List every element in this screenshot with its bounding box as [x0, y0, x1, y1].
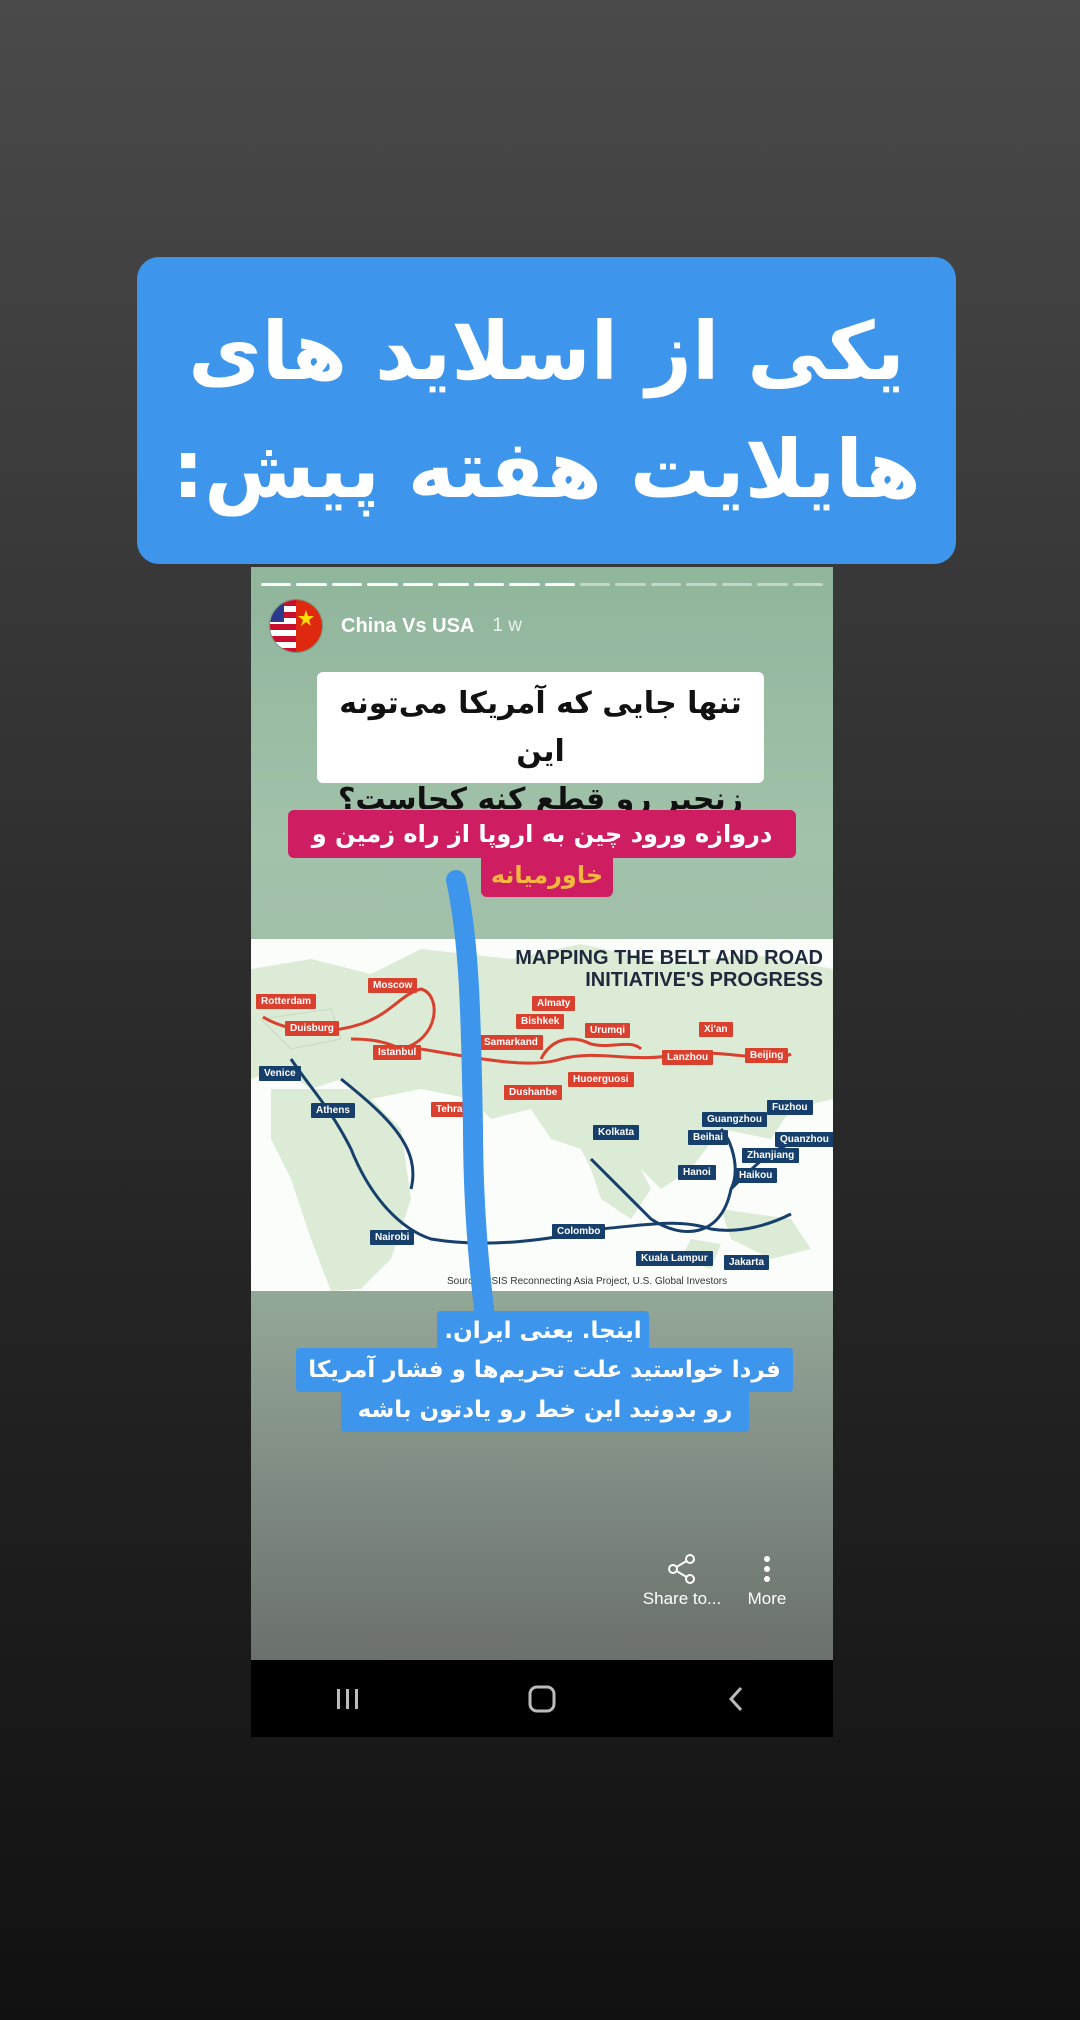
question-line-1: تنها جایی که آمریکا می‌تونه این — [339, 686, 742, 769]
story-view[interactable]: China Vs USA 1 w تنها جایی که آمریکا می‌… — [251, 567, 833, 1660]
city-label: Beihai — [688, 1130, 729, 1145]
home-icon[interactable] — [512, 1679, 572, 1719]
city-label: Kolkata — [593, 1125, 640, 1140]
city-label: Kuala Lampur — [636, 1251, 713, 1266]
progress-segment — [615, 583, 646, 586]
highlight-banner: یکی از اسلاید های هایلایت هفته پیش: — [137, 257, 956, 564]
banner-line-1: یکی از اسلاید های — [188, 304, 905, 398]
city-label: Huoerguosi — [568, 1072, 634, 1087]
bri-map: MAPPING THE BELT AND ROAD INITIATIVE'S P… — [251, 939, 833, 1291]
city-label: Guangzhou — [702, 1112, 767, 1127]
account-name[interactable]: China Vs USA — [341, 615, 474, 638]
avatar[interactable] — [269, 599, 323, 653]
progress-segment — [544, 583, 575, 586]
city-label: Hanoi — [678, 1165, 716, 1180]
city-label: Haikou — [734, 1168, 778, 1183]
progress-segment — [261, 583, 292, 586]
progress-segment — [367, 583, 398, 586]
story-progress-bar — [261, 583, 823, 586]
city-label: Dushanbe — [504, 1085, 563, 1100]
phone-screenshot: China Vs USA 1 w تنها جایی که آمریکا می‌… — [251, 567, 833, 1737]
city-label: Nairobi — [370, 1230, 415, 1245]
progress-segment — [757, 583, 788, 586]
progress-segment — [509, 583, 540, 586]
more-vertical-icon — [761, 1549, 773, 1589]
city-label: Colombo — [552, 1224, 606, 1239]
map-title: MAPPING THE BELT AND ROAD INITIATIVE'S P… — [515, 947, 823, 991]
city-label: Rotterdam — [256, 994, 317, 1009]
progress-segment — [473, 583, 505, 586]
caption-line-1: اینجا. یعنی ایران. — [437, 1311, 649, 1351]
progress-segment — [721, 583, 753, 586]
progress-segment — [402, 583, 434, 586]
post-time: 1 w — [492, 615, 522, 636]
city-label: Athens — [311, 1103, 355, 1118]
city-label: Lanzhou — [662, 1050, 714, 1065]
share-button[interactable]: Share to... — [627, 1549, 737, 1609]
more-button[interactable]: More — [739, 1549, 795, 1609]
map-source: Source: CSIS Reconnecting Asia Project, … — [447, 1276, 728, 1287]
recents-icon[interactable] — [318, 1679, 378, 1719]
city-label: Zhanjiang — [742, 1148, 800, 1163]
progress-segment — [438, 583, 469, 586]
map-title-line-1: MAPPING THE BELT AND ROAD — [515, 947, 823, 969]
city-label: Istanbul — [373, 1045, 422, 1060]
city-label: Samarkand — [479, 1035, 543, 1050]
city-label: Duisburg — [285, 1021, 339, 1036]
banner-line-2: هایلایت هفته پیش: — [172, 422, 921, 516]
progress-segment — [331, 583, 363, 586]
city-label: Almaty — [532, 996, 576, 1011]
progress-segment — [686, 583, 717, 586]
city-label: Venice — [259, 1066, 301, 1081]
back-icon[interactable] — [706, 1679, 766, 1719]
progress-segment — [650, 583, 682, 586]
system-nav-bar — [251, 1660, 833, 1737]
city-label: Xi'an — [699, 1022, 733, 1037]
caption-line-3: رو بدونید این خط رو یادتون باشه — [341, 1388, 749, 1432]
map-title-line-2: INITIATIVE'S PROGRESS — [585, 969, 823, 991]
share-label: Share to... — [642, 1589, 722, 1608]
progress-segment — [792, 583, 823, 586]
gateway-text: دروازه ورود چین به اروپا از راه زمین و د… — [288, 810, 796, 896]
question-sticker: تنها جایی که آمریکا می‌تونه این زنجیر رو… — [317, 672, 764, 817]
share-icon — [664, 1549, 700, 1589]
city-label: Beijing — [745, 1048, 789, 1063]
progress-segment — [296, 583, 327, 586]
middle-east-text: خاورمیانه — [481, 853, 613, 897]
city-label: Moscow — [368, 978, 418, 993]
story-header: China Vs USA 1 w — [269, 599, 522, 653]
caption-line-2: فردا خواستید علت تحریم‌ها و فشار آمریکا — [296, 1348, 793, 1392]
city-label: Jakarta — [724, 1255, 770, 1270]
city-label: Tehran — [431, 1102, 474, 1117]
city-label: Fuzhou — [767, 1100, 813, 1115]
progress-segment — [579, 583, 611, 586]
city-label: Bishkek — [516, 1014, 565, 1029]
more-label: More — [747, 1589, 787, 1608]
city-label: Quanzhou — [775, 1132, 833, 1147]
city-label: Urumqi — [585, 1023, 630, 1038]
